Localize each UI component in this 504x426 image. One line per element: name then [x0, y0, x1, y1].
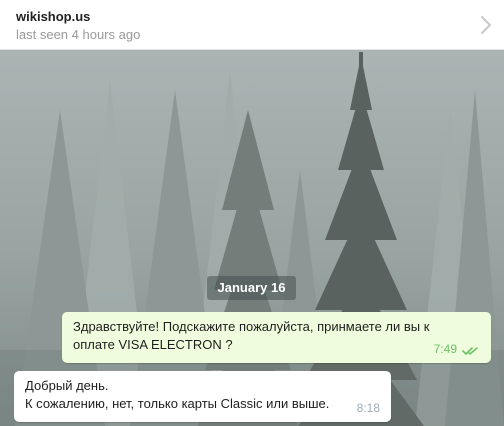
- chat-background-forest: [0, 50, 504, 426]
- message-text-line: К сожалению, нет, только карты Classic и…: [25, 396, 330, 411]
- message-time: 7:49: [433, 342, 457, 356]
- message-text-line: оплате VISA ELECTRON ?: [73, 337, 233, 352]
- double-check-icon: [462, 347, 478, 355]
- date-divider: January 16: [207, 276, 296, 300]
- chat-window: wikishop.us last seen 4 hours ago Januar…: [0, 0, 504, 426]
- outgoing-message[interactable]: Здравствуйте! Подскажите пожалуйста, при…: [62, 312, 491, 363]
- incoming-message[interactable]: Добрый день. К сожалению, нет, только ка…: [14, 371, 391, 422]
- message-time: 8:18: [356, 401, 380, 415]
- message-text-line: Здравствуйте! Подскажите пожалуйста, при…: [73, 319, 430, 334]
- chevron-right-icon[interactable]: [480, 15, 492, 35]
- chat-header[interactable]: wikishop.us last seen 4 hours ago: [0, 0, 504, 50]
- message-text-line: Добрый день.: [25, 378, 109, 393]
- chat-title[interactable]: wikishop.us: [16, 9, 90, 24]
- last-seen-status: last seen 4 hours ago: [16, 27, 141, 42]
